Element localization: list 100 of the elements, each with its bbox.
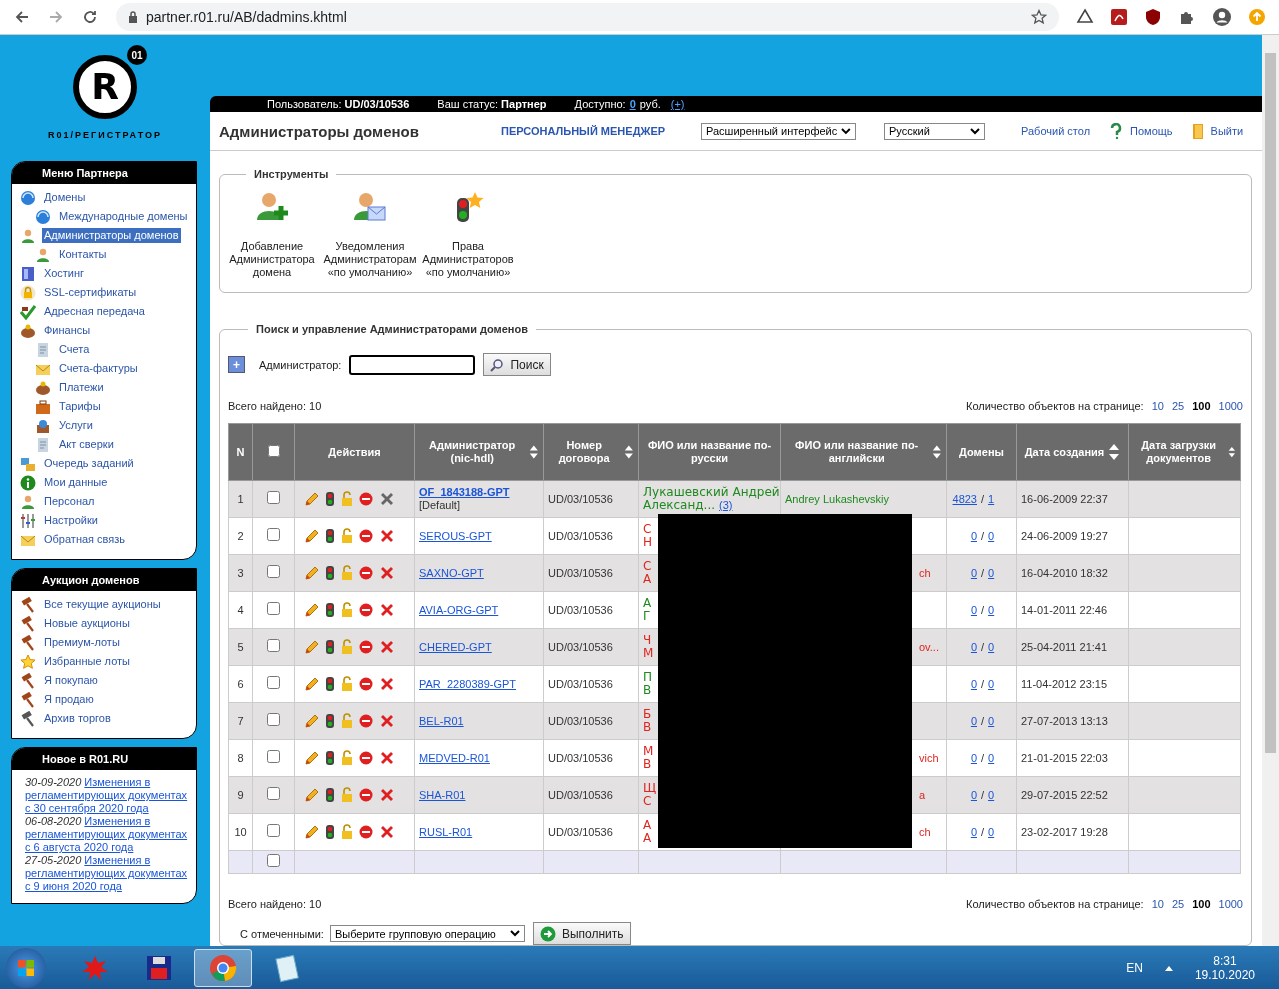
menu-item[interactable]: Я покупаю [42, 673, 100, 688]
news-entry[interactable]: 06-08-2020 Изменения в регламентирующих документах с 6 августа 2020 года [25, 815, 188, 854]
pencil-icon[interactable] [303, 824, 319, 840]
tool-button[interactable]: Добавление Администратора домена [224, 190, 320, 280]
row-checkbox[interactable] [267, 787, 280, 800]
delete-icon[interactable] [379, 824, 395, 840]
row-checkbox[interactable] [267, 491, 280, 504]
menu-item[interactable]: Избранные лоты [42, 654, 132, 669]
traffic-light-icon[interactable] [325, 824, 335, 840]
sort-icon[interactable] [1108, 442, 1121, 462]
domains-link[interactable]: 0 [951, 788, 977, 802]
pencil-icon[interactable] [303, 787, 319, 803]
domains-link[interactable]: 0 [988, 788, 995, 801]
menu-item[interactable]: Финансы [42, 323, 93, 338]
menu-item[interactable]: Адресная передача [42, 304, 147, 319]
lock-icon[interactable] [341, 676, 353, 692]
traffic-light-icon[interactable] [325, 787, 335, 803]
domains-link[interactable]: 0 [951, 714, 977, 728]
delete-icon[interactable] [379, 713, 395, 729]
clock[interactable]: 8:31 19.10.2020 [1194, 953, 1255, 982]
menu-item[interactable]: Архив торгов [42, 711, 113, 726]
menu-item[interactable]: Все текущие аукционы [42, 597, 163, 612]
row-checkbox[interactable] [267, 750, 280, 763]
tool-button[interactable]: Уведомления Администраторам «по умолчанию» [322, 190, 418, 280]
page-size-option[interactable]: 10 [1151, 898, 1164, 910]
domains-link[interactable]: 0 [951, 751, 977, 765]
back-icon[interactable] [14, 9, 30, 25]
delete-icon[interactable] [379, 787, 395, 803]
row-checkbox[interactable] [267, 639, 280, 652]
page-size-option[interactable]: 100 [1192, 898, 1211, 910]
reload-icon[interactable] [82, 9, 98, 25]
lock-icon[interactable] [341, 750, 353, 766]
pencil-icon[interactable] [303, 750, 319, 766]
shield-icon[interactable] [1144, 8, 1162, 26]
menu-item[interactable]: Платежи [57, 380, 106, 395]
pencil-icon[interactable] [303, 491, 319, 507]
top-up-link[interactable]: (+) [670, 98, 685, 110]
menu-item[interactable]: Домены [42, 190, 88, 205]
row-checkbox[interactable] [267, 565, 280, 578]
interface-select[interactable]: Расширенный интерфейс [701, 122, 856, 140]
menu-item[interactable]: Хостинг [42, 266, 87, 281]
row-checkbox[interactable] [267, 528, 280, 541]
stop-icon[interactable] [359, 603, 373, 617]
menu-item[interactable]: Акт сверки [57, 437, 116, 452]
page-size-option[interactable]: 100 [1192, 400, 1211, 412]
menu-item[interactable]: Премиум-лоты [42, 635, 122, 650]
menu-item[interactable]: Международные домены [57, 209, 190, 224]
menu-item[interactable]: Настройки [42, 513, 100, 528]
tray-arrow-icon[interactable] [1164, 964, 1173, 971]
pencil-icon[interactable] [303, 713, 319, 729]
stop-icon[interactable] [359, 566, 373, 580]
stop-icon[interactable] [359, 788, 373, 802]
traffic-light-icon[interactable] [325, 713, 335, 729]
delete-icon[interactable] [379, 750, 395, 766]
page-size-option[interactable]: 25 [1171, 400, 1185, 412]
news-entry[interactable]: 27-05-2020 Изменения в регламентирующих документах с 9 июня 2020 года [25, 854, 188, 893]
header-link[interactable]: Рабочий стол [1021, 125, 1091, 138]
delete-icon[interactable] [379, 602, 395, 618]
execute-button[interactable]: Выполнить [532, 922, 631, 945]
traffic-light-icon[interactable] [325, 528, 335, 544]
domains-link[interactable]: 0 [988, 529, 995, 542]
page-size-option[interactable]: 1000 [1218, 898, 1243, 910]
stop-icon[interactable] [359, 492, 373, 506]
menu-item[interactable]: Очередь заданий [42, 456, 136, 471]
admin-search-field[interactable] [349, 354, 476, 375]
bulk-action-select[interactable]: Выберите групповую операцию [329, 925, 525, 942]
lock-icon[interactable] [341, 528, 353, 544]
delete-icon[interactable] [379, 565, 395, 581]
menu-item[interactable]: SSL-сертификаты [42, 285, 139, 300]
domains-link[interactable]: 0 [951, 677, 977, 691]
traffic-light-icon[interactable] [325, 565, 335, 581]
pencil-icon[interactable] [303, 676, 319, 692]
address-bar[interactable]: partner.r01.ru/AB/dadmins.khtml [116, 3, 1059, 31]
domains-link[interactable]: 0 [988, 751, 995, 764]
page-size-option[interactable]: 25 [1171, 898, 1185, 910]
row-checkbox[interactable] [267, 824, 280, 837]
start-button[interactable] [6, 947, 46, 988]
pencil-icon[interactable] [303, 639, 319, 655]
domains-link[interactable]: 0 [951, 640, 977, 654]
delete-icon[interactable] [379, 528, 395, 544]
language-indicator[interactable]: EN [1126, 960, 1143, 975]
row-checkbox[interactable] [267, 854, 280, 867]
select-all-checkbox[interactable] [267, 445, 280, 457]
pencil-icon[interactable] [303, 602, 319, 618]
page-size-option[interactable]: 1000 [1218, 400, 1243, 412]
star-icon[interactable] [1031, 9, 1047, 25]
menu-item[interactable]: Обратная связь [42, 532, 128, 547]
language-select[interactable]: Русский [884, 122, 985, 140]
tool-button[interactable]: Права Администраторов «по умолчанию» [420, 190, 516, 280]
row-checkbox[interactable] [267, 713, 280, 726]
domains-link[interactable]: 0 [951, 825, 977, 839]
menu-item[interactable]: Я продаю [42, 692, 96, 707]
traffic-light-icon[interactable] [325, 491, 335, 507]
menu-item[interactable]: Тарифы [57, 399, 103, 414]
stop-icon[interactable] [359, 677, 373, 691]
domains-link[interactable]: 0 [951, 529, 977, 543]
pdf-icon[interactable] [1110, 8, 1128, 26]
more-link[interactable]: (3) [719, 499, 733, 512]
stop-icon[interactable] [359, 751, 373, 765]
stop-icon[interactable] [359, 825, 373, 839]
